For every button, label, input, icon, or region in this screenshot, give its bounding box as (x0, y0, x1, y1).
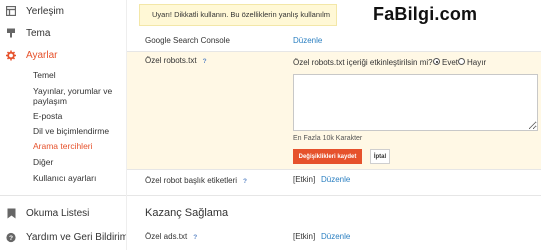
theme-icon (6, 28, 16, 38)
help-icon[interactable]: ? (193, 234, 197, 241)
robots-question: Özel robots.txt içeriği etkinleştirilsin… (293, 58, 433, 67)
header-tags-status: [Etkin] (293, 175, 316, 184)
help-icon: ? (6, 232, 16, 242)
sidebar-subitem-email[interactable]: E-posta (33, 111, 125, 121)
gsc-label: Google Search Console (145, 36, 230, 45)
section-divider (127, 195, 541, 196)
sidebar-subitem-posts-comments-sharing[interactable]: Yayınlar, yorumlar ve paylaşım (33, 86, 125, 106)
ads-txt-edit-link[interactable]: Düzenle (321, 232, 350, 241)
cancel-button[interactable]: İptal (370, 149, 390, 164)
ads-txt-label: Özel ads.txt? (145, 232, 197, 241)
sidebar-subitem-user-settings[interactable]: Kullanıcı ayarları (33, 173, 125, 183)
header-tags-label-text: Özel robot başlık etiketleri (145, 176, 238, 185)
sidebar-subitem-basic[interactable]: Temel (33, 70, 125, 80)
help-icon[interactable]: ? (203, 58, 207, 65)
watermark-text: FaBilgi.com (373, 4, 478, 24)
section-title-monetization: Kazanç Sağlama (145, 207, 229, 219)
bookmark-icon (6, 208, 16, 218)
sidebar-item-label: Yerleşim (26, 5, 64, 17)
ads-txt-status: [Etkin] (293, 232, 316, 241)
sidebar-subitem-language-formatting[interactable]: Dil ve biçimlendirme (33, 126, 125, 136)
sidebar-subitem-search-preferences[interactable]: Arama tercihleri (33, 141, 125, 151)
char-limit-text: En Fazla 10k Karakter (293, 135, 363, 142)
header-tags-edit-link[interactable]: Düzenle (321, 175, 350, 184)
sidebar-item-label: Ayarlar (26, 49, 58, 61)
sidebar-item-label: Tema (26, 27, 51, 39)
sidebar-divider (0, 195, 126, 196)
settings-main: Uyarı! Dikkatli kullanın. Bu özellikleri… (126, 0, 541, 250)
radio-no-label: Hayır (467, 58, 487, 67)
robots-label-text: Özel robots.txt (145, 56, 197, 65)
layout-icon (6, 6, 16, 16)
row-divider (127, 51, 541, 52)
warning-banner: Uyarı! Dikkatli kullanın. Bu özellikleri… (139, 4, 337, 26)
sidebar-item-label: Okuma Listesi (26, 207, 90, 219)
svg-text:?: ? (9, 235, 13, 242)
radio-no[interactable] (458, 58, 465, 65)
ads-txt-label-text: Özel ads.txt (145, 232, 188, 241)
sidebar-item-label: Yardım ve Geri Bildirim (26, 231, 129, 243)
gsc-edit-link[interactable]: Düzenle (293, 36, 322, 45)
robots-textarea[interactable] (293, 74, 538, 131)
robots-label: Özel robots.txt? (145, 56, 207, 65)
save-button[interactable]: Değişiklikleri kaydet (293, 149, 362, 164)
help-icon[interactable]: ? (243, 178, 247, 185)
gear-icon (6, 50, 16, 60)
sidebar: Yerleşim Tema Ayarlar Temel Yayınlar, yo… (0, 0, 129, 250)
radio-yes-label: Evet (442, 58, 459, 67)
header-tags-label: Özel robot başlık etiketleri? (145, 176, 247, 185)
radio-yes[interactable] (433, 58, 440, 65)
sidebar-subitem-other[interactable]: Diğer (33, 157, 125, 167)
row-divider (127, 169, 541, 170)
